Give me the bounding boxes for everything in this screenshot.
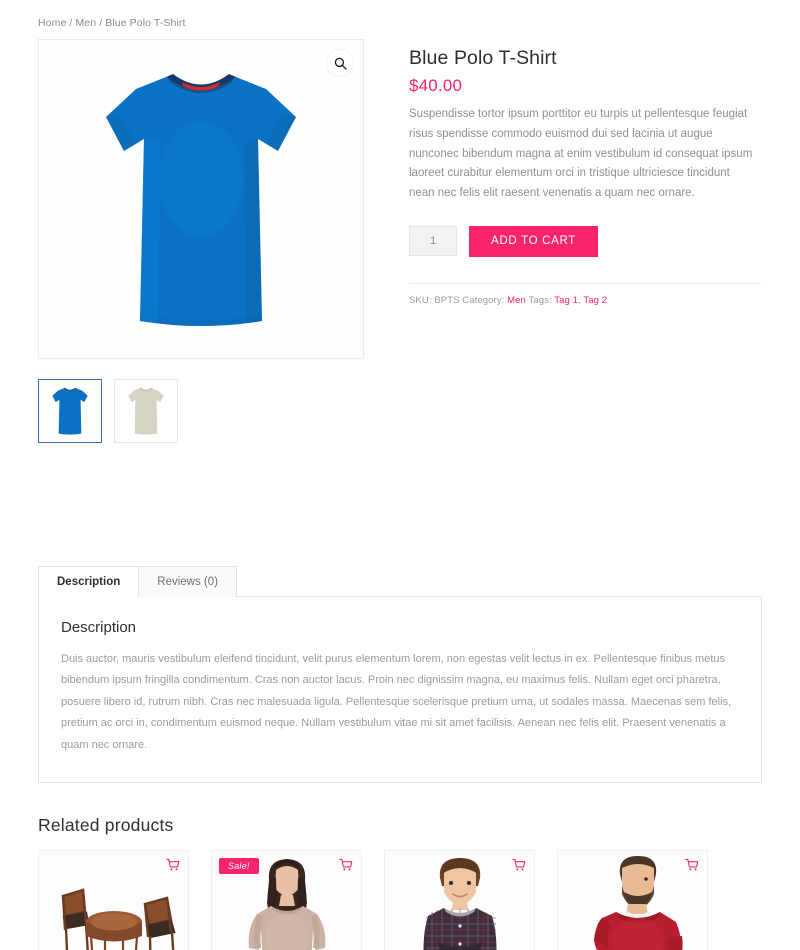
category-label: Category: bbox=[462, 294, 505, 306]
product-short-description: Suspendisse tortor ipsum porttitor eu tu… bbox=[409, 108, 753, 200]
product-image[interactable] bbox=[38, 850, 189, 950]
blue-tshirt-illustration bbox=[106, 74, 296, 326]
breadcrumb-separator: / bbox=[99, 17, 103, 29]
tag-separator: , bbox=[578, 294, 581, 306]
shopping-cart-icon bbox=[339, 859, 353, 871]
shopping-cart-icon bbox=[166, 859, 180, 871]
product-price: $40.00 bbox=[409, 76, 463, 95]
product-tabs-section: Description Reviews (0) Description Duis… bbox=[38, 566, 762, 784]
product-summary: Blue Polo T-Shirt $40.00 Suspendisse tor… bbox=[364, 39, 762, 443]
product-page: Home / Men / Blue Polo T-Shirt Blue Polo… bbox=[0, 0, 800, 950]
tab-description[interactable]: Description bbox=[38, 566, 140, 597]
beige-tshirt-thumb-icon bbox=[128, 387, 164, 435]
thumbnail-list bbox=[38, 379, 364, 443]
product-image[interactable] bbox=[384, 850, 535, 950]
related-product-card[interactable]: Kids Check Shirt $30.00 bbox=[384, 850, 535, 950]
sku-label: SKU: bbox=[409, 294, 432, 306]
breadcrumb: Home / Men / Blue Polo T-Shirt bbox=[38, 0, 762, 29]
product-gallery bbox=[38, 39, 364, 443]
zoom-icon[interactable] bbox=[327, 50, 353, 76]
blue-tshirt-thumb-icon bbox=[52, 387, 88, 435]
tab-reviews[interactable]: Reviews (0) bbox=[138, 566, 237, 597]
tab-list: Description Reviews (0) bbox=[38, 566, 762, 597]
panel-text: Duis auctor, mauris vestibulum eleifend … bbox=[61, 653, 732, 751]
meta-divider bbox=[409, 282, 762, 284]
related-products-grid: Vintage Chair and Table $90.00 Sale! bbox=[38, 850, 762, 950]
quantity-input[interactable] bbox=[409, 226, 457, 257]
breadcrumb-item-current: Blue Polo T-Shirt bbox=[105, 17, 186, 29]
thumbnail-blue-tshirt[interactable] bbox=[38, 379, 102, 443]
add-to-cart-icon[interactable] bbox=[166, 858, 180, 877]
related-product-card[interactable]: Sale! bbox=[211, 850, 362, 950]
tags-label: Tags: bbox=[528, 294, 552, 306]
related-product-card[interactable]: Vintage Chair and Table $90.00 bbox=[38, 850, 189, 950]
tag-link-2[interactable]: Tag 2 bbox=[583, 295, 607, 306]
add-to-cart-icon[interactable] bbox=[685, 858, 699, 877]
breadcrumb-item-men[interactable]: Men bbox=[75, 17, 96, 29]
kid-model-illustration bbox=[423, 858, 496, 950]
related-products-heading: Related products bbox=[38, 815, 174, 836]
furniture-illustration bbox=[61, 888, 175, 950]
add-to-cart-button[interactable]: ADD TO CART bbox=[469, 225, 599, 257]
category-link[interactable]: Men bbox=[507, 295, 526, 306]
product-title: Blue Polo T-Shirt bbox=[409, 47, 557, 69]
add-to-cart-icon[interactable] bbox=[339, 858, 353, 877]
shopping-cart-icon bbox=[685, 859, 699, 871]
shopping-cart-icon bbox=[512, 859, 526, 871]
product-image[interactable] bbox=[557, 850, 708, 950]
add-to-cart-row: ADD TO CART bbox=[409, 225, 762, 257]
breadcrumb-item-home[interactable]: Home bbox=[38, 17, 66, 29]
product-meta: SKU: BPTS Category: Men Tags: Tag 1, Tag… bbox=[409, 295, 762, 306]
sale-badge: Sale! bbox=[219, 858, 259, 875]
man-red-sweater-illustration bbox=[593, 856, 683, 950]
sku-value: BPTS bbox=[434, 294, 460, 306]
tab-panel-description: Description Duis auctor, mauris vestibul… bbox=[38, 596, 762, 784]
main-product-image[interactable] bbox=[38, 39, 364, 359]
add-to-cart-icon[interactable] bbox=[512, 858, 526, 877]
magnifier-icon bbox=[334, 57, 347, 70]
tag-link-1[interactable]: Tag 1 bbox=[554, 295, 578, 306]
related-product-card[interactable]: Mens T-Shirt Red $15.00 bbox=[557, 850, 708, 950]
product-top-section: Blue Polo T-Shirt $40.00 Suspendisse tor… bbox=[38, 39, 762, 443]
panel-title: Description bbox=[61, 619, 137, 636]
product-image[interactable]: Sale! bbox=[211, 850, 362, 950]
thumbnail-beige-tshirt[interactable] bbox=[114, 379, 178, 443]
